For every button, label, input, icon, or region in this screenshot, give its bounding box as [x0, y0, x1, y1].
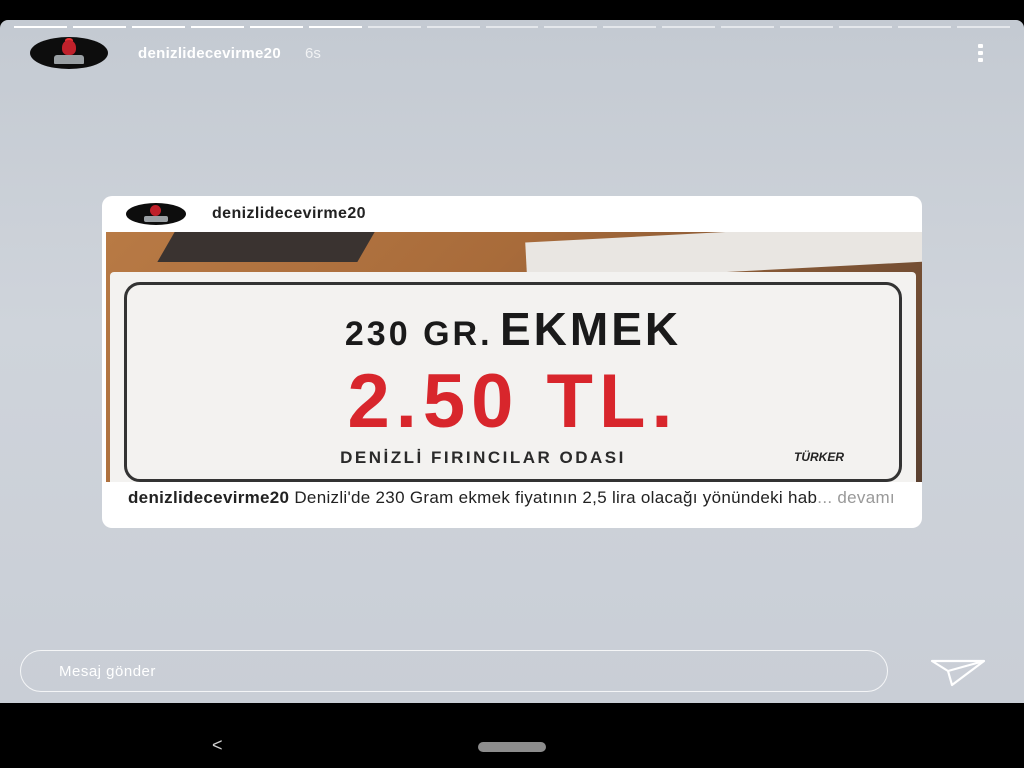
progress-segment: [603, 26, 657, 28]
post-avatar[interactable]: [126, 203, 186, 225]
story-header: denizlidecevirme20 6s: [30, 36, 984, 70]
paper-plane-icon[interactable]: [930, 657, 986, 687]
progress-segment: [249, 26, 303, 28]
post-header: denizlidecevirme20: [102, 196, 922, 232]
progress-segment: [839, 26, 893, 28]
post-caption[interactable]: denizlidecevirme20 Denizli'de 230 Gram e…: [102, 482, 922, 508]
shared-post-card[interactable]: denizlidecevirme20 230 GR. EKMEK 2.50 TL…: [102, 196, 922, 528]
post-photo[interactable]: 230 GR. EKMEK 2.50 TL. DENİZLİ FIRINCILA…: [106, 232, 922, 482]
caption-more-link[interactable]: ... devamı: [817, 488, 895, 507]
caption-text: Denizli'de 230 Gram ekmek fiyatının 2,5 …: [294, 488, 818, 507]
message-reply-bar[interactable]: [20, 650, 888, 692]
more-vertical-icon[interactable]: [978, 44, 984, 62]
price-sign: 230 GR. EKMEK 2.50 TL. DENİZLİ FIRINCILA…: [110, 272, 916, 482]
story-progress-bar: [14, 26, 1010, 28]
progress-segment: [485, 26, 539, 28]
post-username[interactable]: denizlidecevirme20: [212, 205, 366, 223]
sign-organization: DENİZLİ FIRINCILAR ODASI: [340, 448, 626, 467]
progress-segment: [131, 26, 185, 28]
story-viewer[interactable]: denizlidecevirme20 6s denizlidecevirme20…: [0, 20, 1024, 703]
caption-username[interactable]: denizlidecevirme20: [128, 488, 289, 507]
progress-segment: [957, 26, 1010, 28]
sign-brand: TÜRKER: [794, 450, 844, 464]
progress-segment: [898, 26, 951, 28]
story-time: 6s: [304, 44, 321, 62]
story-username[interactable]: denizlidecevirme20: [138, 45, 281, 62]
avatar[interactable]: [30, 37, 108, 69]
photo-background-object: [157, 232, 375, 262]
sign-weight: 230 GR.: [344, 315, 493, 353]
progress-segment: [308, 26, 362, 28]
system-nav-bar: <: [0, 703, 1024, 768]
back-chevron-icon[interactable]: <: [212, 735, 223, 756]
progress-segment: [72, 26, 126, 28]
home-pill-icon[interactable]: [478, 742, 546, 752]
logo-car: [54, 55, 84, 64]
logo-car: [144, 216, 168, 222]
progress-segment: [426, 26, 480, 28]
sign-product: 230 GR. EKMEK: [110, 302, 916, 356]
progress-segment: [14, 26, 67, 28]
logo-rooster: [62, 40, 76, 55]
progress-segment: [367, 26, 421, 28]
sign-price: 2.50 TL.: [347, 359, 679, 444]
logo-rooster: [150, 205, 161, 216]
progress-segment: [780, 26, 834, 28]
progress-segment: [662, 26, 716, 28]
sign-product-name: EKMEK: [499, 303, 682, 355]
message-input[interactable]: [59, 662, 887, 680]
progress-segment: [190, 26, 244, 28]
progress-segment: [544, 26, 598, 28]
progress-segment: [721, 26, 775, 28]
